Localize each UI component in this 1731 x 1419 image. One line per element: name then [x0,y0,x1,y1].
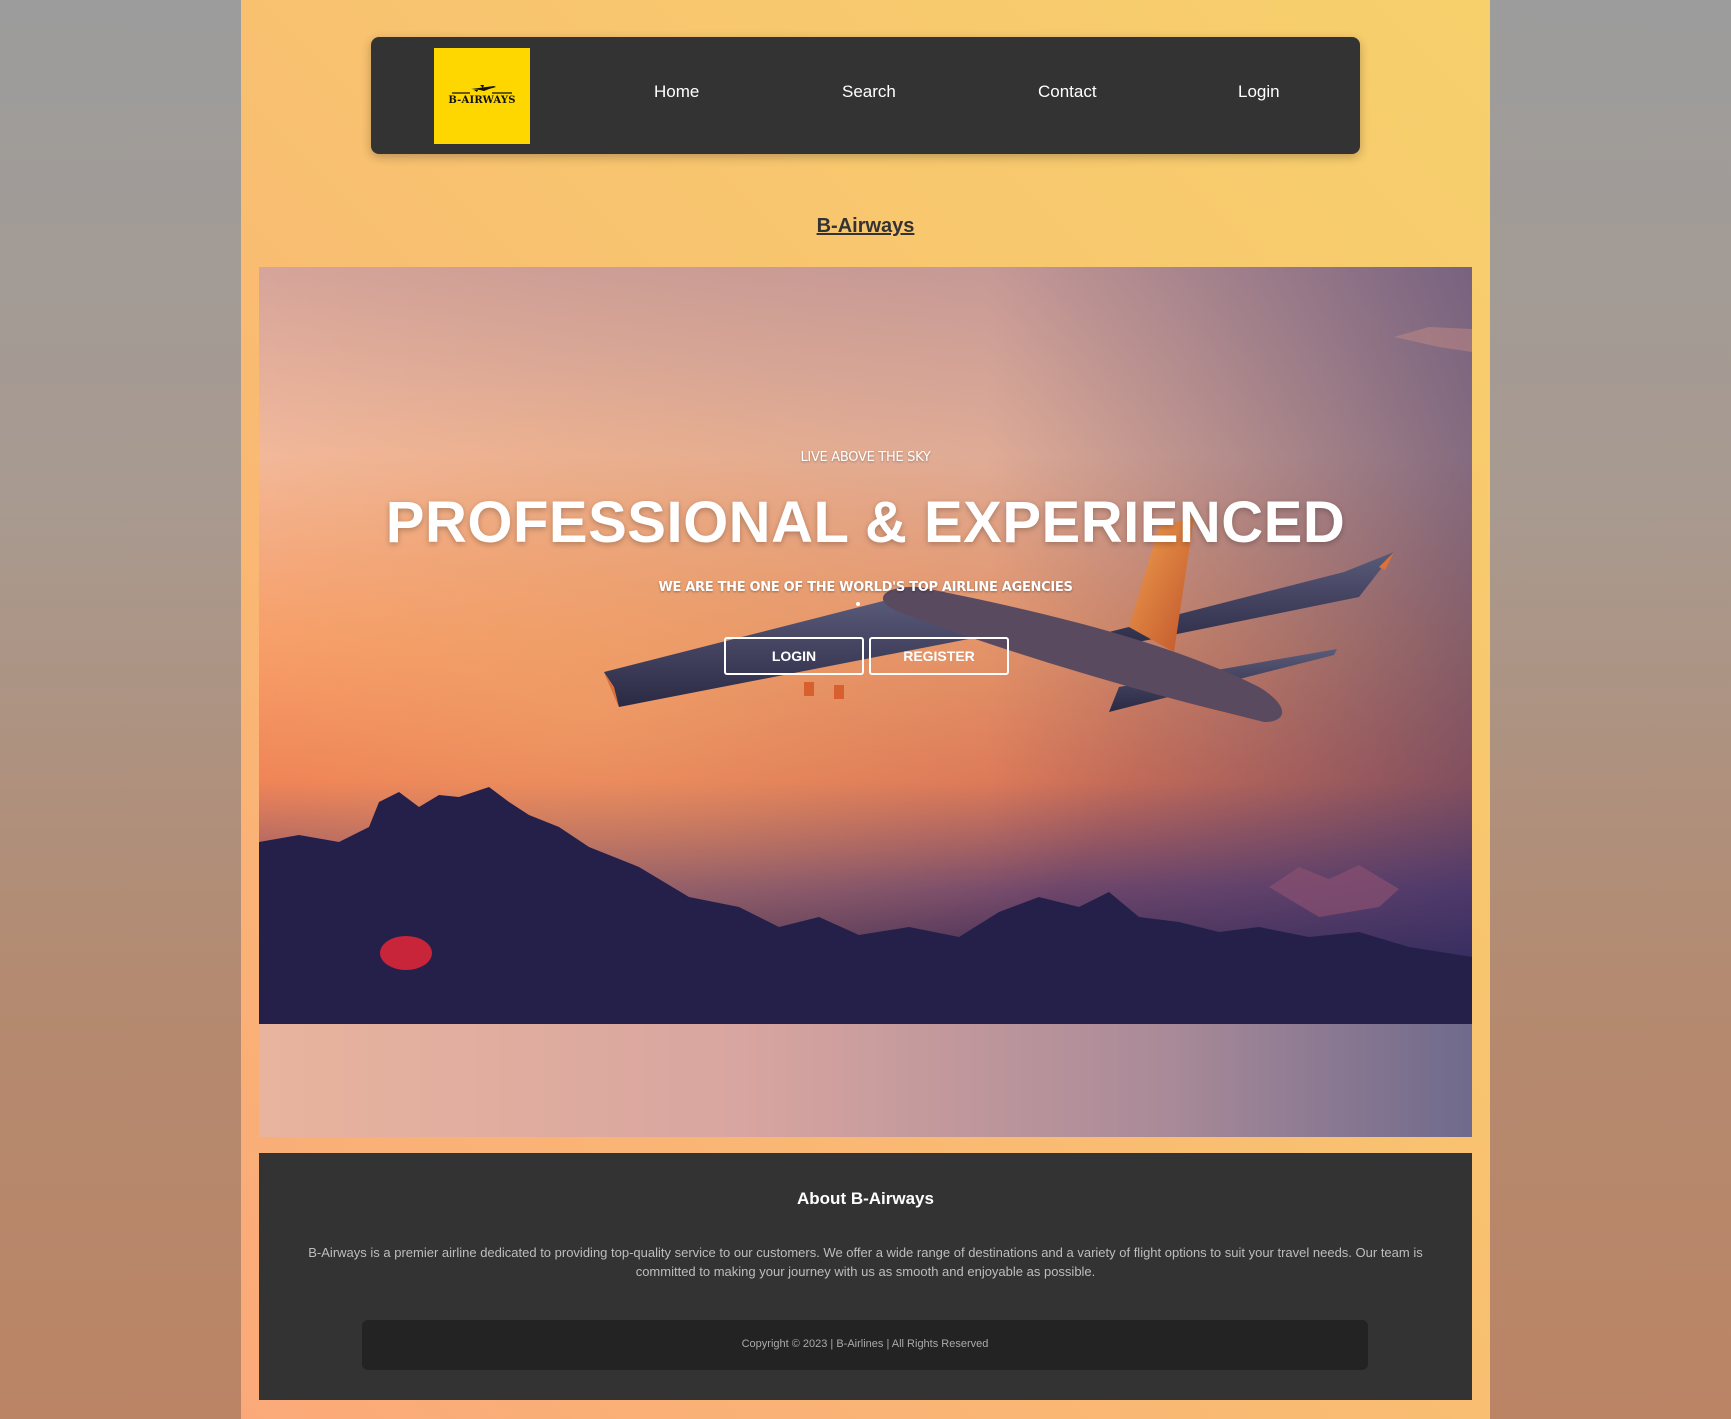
nav-home[interactable]: Home [654,82,699,102]
copyright-text: Copyright © 2023 | B-Airlines | All Righ… [741,1338,989,1350]
logo[interactable]: B-AIRWAYS [434,48,530,144]
footer-bar: Copyright © 2023 | B-Airlines | All Righ… [362,1320,1368,1370]
hero-subhead: WE ARE THE ONE OF THE WORLD'S TOP AIRLIN… [658,580,1073,595]
page-container: B-AIRWAYS Home Search Contact Login B-Ai… [241,0,1490,1419]
hero-tagline: LIVE ABOVE THE SKY [800,450,931,465]
navbar: B-AIRWAYS Home Search Contact Login [371,37,1360,154]
logo-text: B-AIRWAYS [448,95,516,106]
hero-banner: LIVE ABOVE THE SKY PROFESSIONAL & EXPERI… [259,267,1472,1137]
about-text: B-Airways is a premier airline dedicated… [308,1245,1423,1279]
hero-image [259,267,1472,1024]
about-section: About B-Airways B-Airways is a premier a… [259,1153,1472,1400]
about-title: About B-Airways [797,1189,934,1208]
nav-search[interactable]: Search [842,82,896,102]
hero-headline: PROFESSIONAL & EXPERIENCED [385,490,1346,555]
nav-login[interactable]: Login [1238,82,1280,102]
login-button[interactable]: LOGIN [724,637,864,675]
hero-image-strip [259,1024,1472,1137]
nav-contact[interactable]: Contact [1038,82,1097,102]
register-button[interactable]: REGISTER [869,637,1009,675]
site-title[interactable]: B-Airways [241,215,1490,238]
carousel-dot[interactable] [856,602,860,606]
